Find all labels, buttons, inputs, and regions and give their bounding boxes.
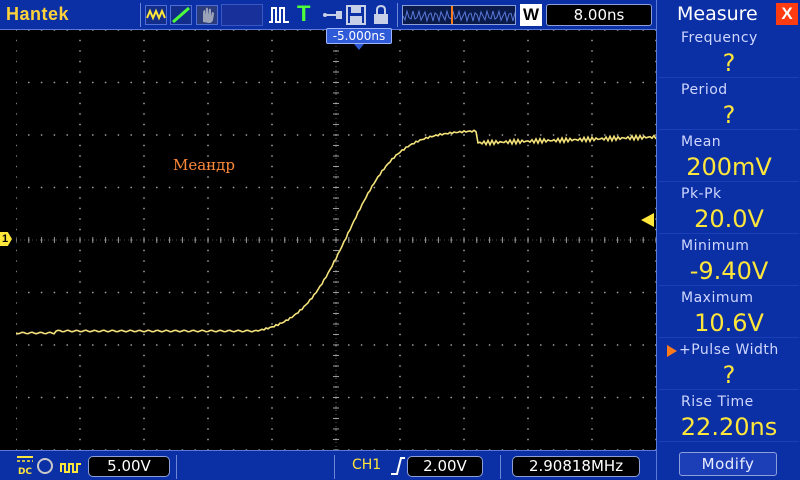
timeline-position-marker[interactable] bbox=[451, 6, 453, 24]
zoom-mode-button[interactable]: W bbox=[520, 4, 542, 26]
save-icon[interactable] bbox=[345, 5, 367, 25]
measure-value-maximum: 10.6V bbox=[659, 309, 799, 338]
trigger-position-readout[interactable]: -5.000ns bbox=[326, 28, 392, 44]
measure-label-pulse-width[interactable]: +Pulse Width bbox=[665, 340, 783, 361]
ch1-volts-div-readout[interactable]: 5.00V bbox=[88, 456, 170, 477]
bandwidth-limit-icon[interactable] bbox=[37, 458, 53, 474]
measure-label-mean[interactable]: Mean bbox=[681, 132, 799, 153]
trigger-source-label: CH1 bbox=[352, 457, 382, 473]
bottom-status-bar: DC 5.00V CH1 2.00V 2.90818MHz bbox=[0, 450, 656, 480]
trigger-pulse-icon[interactable] bbox=[268, 5, 290, 25]
rising-edge-icon[interactable] bbox=[391, 456, 405, 476]
brand-logo: Hantek bbox=[6, 4, 70, 24]
trigger-level-readout[interactable]: 2.00V bbox=[407, 456, 483, 477]
memory-timeline[interactable] bbox=[402, 5, 516, 25]
ch1-waveform-trace bbox=[16, 129, 656, 335]
measure-value-frequency: ? bbox=[659, 49, 799, 78]
waveform-acquire-icon[interactable] bbox=[145, 5, 167, 25]
measure-label-pk-pk[interactable]: Pk-Pk bbox=[681, 184, 799, 205]
coupling-label: DC bbox=[17, 467, 33, 477]
timebase-readout[interactable]: 8.00ns bbox=[546, 4, 652, 26]
probe-wave-icon[interactable] bbox=[60, 459, 82, 475]
lock-icon[interactable] bbox=[370, 4, 392, 25]
trigger-level-marker[interactable] bbox=[641, 213, 654, 227]
measure-label-maximum[interactable]: Maximum bbox=[681, 288, 799, 309]
slope-icon[interactable] bbox=[170, 5, 192, 25]
usb-icon bbox=[322, 5, 344, 25]
modify-button[interactable]: Modify bbox=[679, 452, 777, 476]
ch1-trace-area bbox=[16, 129, 656, 335]
frequency-readout: 2.90818MHz bbox=[512, 456, 640, 477]
status-divider bbox=[176, 455, 177, 479]
measure-label-period[interactable]: Period bbox=[681, 80, 799, 101]
status-divider bbox=[334, 455, 335, 479]
measure-label-frequency[interactable]: Frequency bbox=[681, 28, 799, 49]
dc-coupling-icon[interactable]: DC bbox=[16, 455, 34, 477]
measure-value-pulse-width: ? bbox=[659, 361, 799, 390]
status-slot bbox=[221, 4, 263, 26]
measure-label-rise-time[interactable]: Rise Time bbox=[681, 392, 799, 413]
waveform-screen[interactable] bbox=[16, 30, 656, 450]
trigger-mode-indicator[interactable]: T bbox=[297, 1, 310, 27]
hand-touch-icon[interactable] bbox=[196, 5, 218, 25]
measure-panel: Measure X Frequency ? Period ? Mean 200m… bbox=[656, 0, 800, 480]
close-button[interactable]: X bbox=[776, 3, 798, 25]
toolbar-divider bbox=[140, 3, 141, 27]
trigger-position-arrow bbox=[354, 44, 364, 50]
measure-value-minimum: -9.40V bbox=[659, 257, 799, 286]
timeline-wave bbox=[403, 9, 515, 23]
measure-value-period: ? bbox=[659, 101, 799, 130]
waveform-annotation: Меандр bbox=[173, 156, 236, 174]
measure-value-pk-pk: 20.0V bbox=[659, 205, 799, 234]
status-divider bbox=[500, 455, 501, 479]
toolbar-divider bbox=[397, 3, 398, 27]
measure-label-minimum[interactable]: Minimum bbox=[681, 236, 799, 257]
top-status-bar: Hantek T W 8.00ns bbox=[0, 0, 656, 30]
ch1-ground-marker[interactable]: 1 bbox=[0, 232, 12, 246]
measure-value-mean: 200mV bbox=[659, 153, 799, 182]
measure-value-rise-time: 22.20ns bbox=[659, 413, 799, 442]
